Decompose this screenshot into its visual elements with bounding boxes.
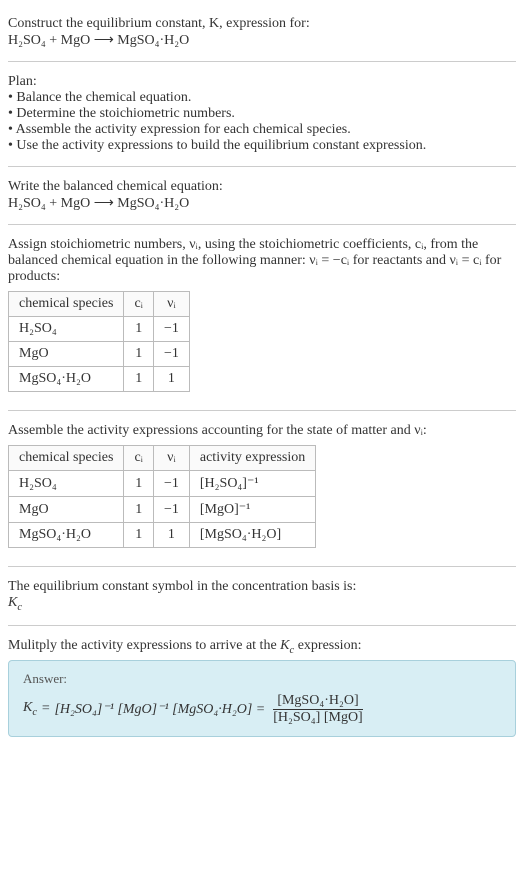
- kc-expression: Kc = [H₂SO₄]⁻¹ [MgO]⁻¹ [MgSO₄·H₂O] = [Mg…: [23, 693, 501, 726]
- table-row: H₂SO₄ 1 −1: [9, 317, 190, 342]
- col-header: νᵢ: [153, 292, 189, 317]
- main-equation: H₂SO₄ + MgO ⟶ MgSO₄·H₂O: [8, 32, 516, 49]
- stoich-intro: Assign stoichiometric numbers, νᵢ, using…: [8, 237, 516, 285]
- activity-table: chemical species cᵢ νᵢ activity expressi…: [8, 445, 316, 548]
- cell-vi: −1: [153, 471, 189, 497]
- cell-ci: 1: [124, 523, 154, 548]
- plan-heading: Plan:: [8, 74, 516, 90]
- symbol-section: The equilibrium constant symbol in the c…: [8, 571, 516, 621]
- plan-item: • Use the activity expressions to build …: [8, 138, 516, 154]
- cell-vi: 1: [153, 367, 189, 392]
- title-text: Construct the equilibrium constant, K, e…: [8, 16, 310, 31]
- cell-activity: [MgO]⁻¹: [189, 497, 315, 523]
- cell-species: H₂SO₄: [9, 317, 124, 342]
- table-row: H₂SO₄ 1 −1 [H₂SO₄]⁻¹: [9, 471, 316, 497]
- stoich-section: Assign stoichiometric numbers, νᵢ, using…: [8, 229, 516, 406]
- activity-section: Assemble the activity expressions accoun…: [8, 415, 516, 562]
- col-header: cᵢ: [124, 292, 154, 317]
- divider: [8, 61, 516, 62]
- balanced-equation: H₂SO₄ + MgO ⟶ MgSO₄·H₂O: [8, 195, 516, 212]
- multiply-text-2: expression:: [294, 638, 361, 653]
- divider: [8, 625, 516, 626]
- cell-ci: 1: [124, 471, 154, 497]
- col-header: chemical species: [9, 292, 124, 317]
- title-line: Construct the equilibrium constant, K, e…: [8, 16, 516, 32]
- col-header: νᵢ: [153, 446, 189, 471]
- title-section: Construct the equilibrium constant, K, e…: [8, 8, 516, 57]
- balanced-heading: Write the balanced chemical equation:: [8, 179, 516, 195]
- cell-ci: 1: [124, 367, 154, 392]
- table-header-row: chemical species cᵢ νᵢ: [9, 292, 190, 317]
- answer-label: Answer:: [23, 671, 501, 687]
- cell-vi: 1: [153, 523, 189, 548]
- balanced-section: Write the balanced chemical equation: H₂…: [8, 171, 516, 220]
- cell-vi: −1: [153, 497, 189, 523]
- col-header: chemical species: [9, 446, 124, 471]
- cell-activity: [MgSO₄·H₂O]: [189, 523, 315, 548]
- equals: =: [41, 701, 50, 717]
- table-row: MgSO₄·H₂O 1 1: [9, 367, 190, 392]
- cell-ci: 1: [124, 342, 154, 367]
- plan-item: • Assemble the activity expression for e…: [8, 122, 516, 138]
- cell-species: H₂SO₄: [9, 471, 124, 497]
- col-header: cᵢ: [124, 446, 154, 471]
- divider: [8, 566, 516, 567]
- plan-item: • Determine the stoichiometric numbers.: [8, 106, 516, 122]
- kc-terms: [H₂SO₄]⁻¹ [MgO]⁻¹ [MgSO₄·H₂O] =: [54, 701, 265, 718]
- cell-species: MgO: [9, 497, 124, 523]
- multiply-text-1: Mulitply the activity expressions to arr…: [8, 638, 280, 653]
- kc-symbol: Kc: [8, 595, 516, 613]
- cell-species: MgSO₄·H₂O: [9, 523, 124, 548]
- table-header-row: chemical species cᵢ νᵢ activity expressi…: [9, 446, 316, 471]
- cell-ci: 1: [124, 497, 154, 523]
- multiply-line: Mulitply the activity expressions to arr…: [8, 638, 516, 656]
- cell-activity: [H₂SO₄]⁻¹: [189, 471, 315, 497]
- kc-fraction: [MgSO₄·H₂O] [H₂SO₄] [MgO]: [269, 693, 366, 726]
- plan-item: • Balance the chemical equation.: [8, 90, 516, 106]
- divider: [8, 166, 516, 167]
- fraction-numerator: [MgSO₄·H₂O]: [273, 693, 362, 710]
- col-header: activity expression: [189, 446, 315, 471]
- cell-vi: −1: [153, 342, 189, 367]
- multiply-section: Mulitply the activity expressions to arr…: [8, 630, 516, 745]
- table-row: MgO 1 −1 [MgO]⁻¹: [9, 497, 316, 523]
- kc-inline: Kc: [280, 638, 294, 653]
- kc-lhs: Kc: [23, 700, 37, 718]
- cell-species: MgSO₄·H₂O: [9, 367, 124, 392]
- plan-section: Plan: • Balance the chemical equation. •…: [8, 66, 516, 162]
- divider: [8, 224, 516, 225]
- fraction-denominator: [H₂SO₄] [MgO]: [269, 710, 366, 726]
- cell-species: MgO: [9, 342, 124, 367]
- cell-vi: −1: [153, 317, 189, 342]
- table-row: MgSO₄·H₂O 1 1 [MgSO₄·H₂O]: [9, 523, 316, 548]
- cell-ci: 1: [124, 317, 154, 342]
- table-row: MgO 1 −1: [9, 342, 190, 367]
- answer-box: Answer: Kc = [H₂SO₄]⁻¹ [MgO]⁻¹ [MgSO₄·H₂…: [8, 660, 516, 737]
- activity-intro: Assemble the activity expressions accoun…: [8, 423, 516, 439]
- stoich-table: chemical species cᵢ νᵢ H₂SO₄ 1 −1 MgO 1 …: [8, 291, 190, 392]
- divider: [8, 410, 516, 411]
- symbol-line: The equilibrium constant symbol in the c…: [8, 579, 516, 595]
